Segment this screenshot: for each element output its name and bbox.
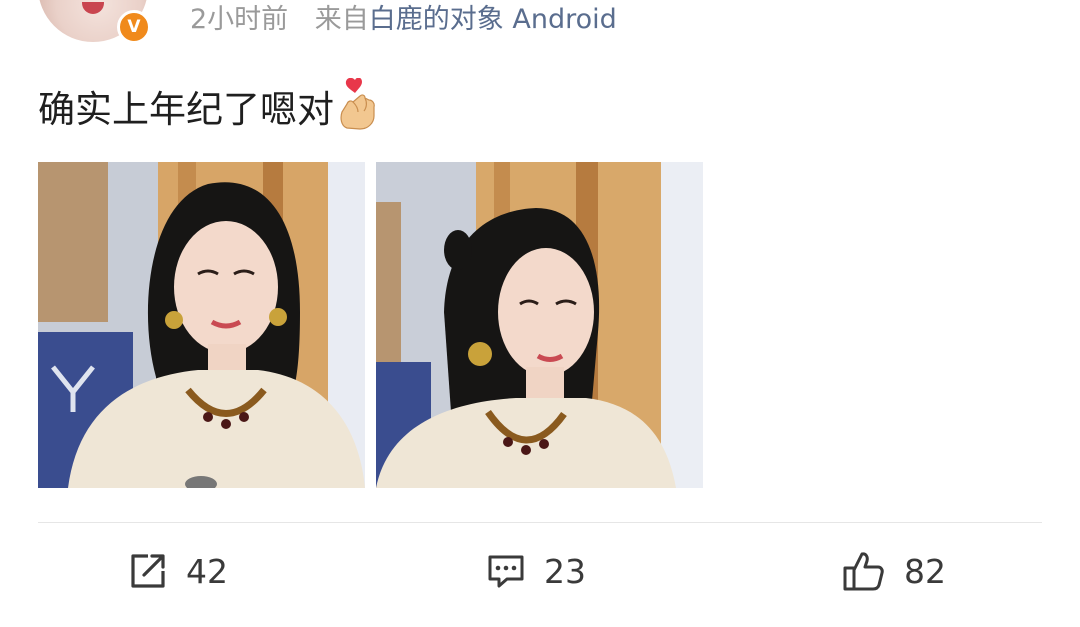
comment-icon xyxy=(488,555,524,588)
comment-button[interactable]: 23 xyxy=(486,548,586,594)
share-icon xyxy=(131,554,165,588)
post-source-os[interactable]: Android xyxy=(512,4,616,35)
post-time: 2小时前 xyxy=(190,4,289,35)
share-button[interactable]: 42 xyxy=(128,548,228,594)
post-image-1[interactable] xyxy=(38,162,365,488)
avatar-lips xyxy=(82,2,104,14)
post-from-prefix: 来自 xyxy=(314,4,369,35)
verified-badge: V xyxy=(117,10,151,44)
post-source-link[interactable]: 白鹿的对象 Android xyxy=(369,4,617,35)
finger-heart-emoji xyxy=(340,78,375,130)
thumbs-up-icon xyxy=(843,552,884,591)
comment-count: 23 xyxy=(544,551,586,591)
post-text: 确实上年纪了嗯对 xyxy=(38,88,334,131)
post-meta: 2小时前 来自白鹿的对象 Android xyxy=(190,2,617,38)
photo-woman-white-lace-dress-side xyxy=(376,162,703,488)
like-button[interactable]: 82 xyxy=(842,548,946,594)
share-count: 42 xyxy=(186,551,228,591)
post-image-2[interactable] xyxy=(376,162,703,488)
post-source-name[interactable]: 白鹿的对象 xyxy=(369,4,504,35)
photo-woman-white-lace-dress xyxy=(38,162,365,488)
actions-divider xyxy=(38,522,1042,523)
post-body: 确实上年纪了嗯对 xyxy=(38,78,382,134)
like-count: 82 xyxy=(904,551,946,591)
